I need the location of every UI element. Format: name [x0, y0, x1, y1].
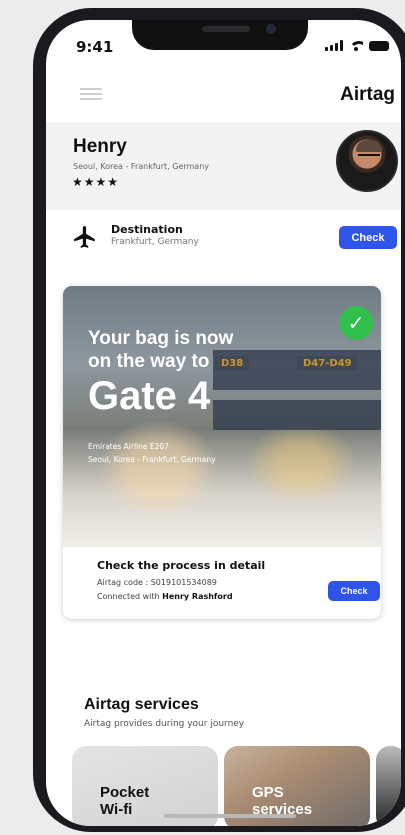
speaker: [202, 26, 250, 32]
battery-icon: [369, 40, 389, 51]
flight-route: Seoul, Korea - Frankfurt, Germany: [88, 455, 216, 464]
flight-info: Emirates Airline E207 Seoul, Korea - Fra…: [88, 440, 216, 466]
notch: [132, 20, 308, 50]
services-subtitle: Airtag provides during your journey: [84, 719, 245, 729]
user-name: Henry: [73, 136, 127, 157]
gate-number: Gate 4: [88, 374, 211, 418]
bag-status-text: Your bag is now on the way to: [88, 327, 233, 373]
connected-name: Henry Rashford: [162, 592, 233, 601]
detail-title: Check the process in detail: [97, 559, 266, 572]
signal-icon: [325, 40, 343, 51]
service-label: GPS services: [252, 784, 313, 818]
airline: Emirates Airline E207: [88, 442, 169, 451]
plane-icon: [74, 226, 95, 248]
user-rating: ★★★★: [72, 175, 120, 189]
app-screen: 9:41 Airtag Henry Seoul, Korea - Frankfu…: [46, 20, 401, 826]
camera: [266, 24, 276, 34]
wifi-icon: [349, 40, 363, 51]
home-indicator[interactable]: [164, 814, 296, 818]
service-card-next[interactable]: [376, 746, 401, 826]
bag-status-line1: Your bag is now: [88, 328, 234, 349]
bag-status-card[interactable]: D38 D47-D49 Your bag is now on the way t…: [63, 286, 381, 619]
menu-icon[interactable]: [80, 88, 102, 103]
page-title: Airtag: [340, 84, 395, 105]
destination-label: Destination: [111, 223, 183, 236]
check-icon: ✓: [339, 306, 373, 340]
airtag-code: Airtag code : S019101534089: [97, 578, 217, 587]
status-icons: [325, 40, 389, 51]
connected-with: Connected with Henry Rashford: [97, 592, 233, 601]
detail-check-button[interactable]: Check: [328, 581, 380, 601]
departure-board: [213, 400, 381, 430]
destination-value: Frankfurt, Germany: [111, 237, 199, 247]
service-label: Pocket Wi-fi: [100, 784, 150, 818]
avatar[interactable]: [336, 130, 398, 192]
destination-row: Destination Frankfurt, Germany Check: [46, 220, 401, 260]
gate-sign: D47-D49: [297, 356, 358, 371]
status-time: 9:41: [76, 38, 114, 56]
user-route: Seoul, Korea - Frankfurt, Germany: [73, 162, 210, 171]
bag-status-line2: on the way to: [88, 351, 210, 372]
user-profile: Henry Seoul, Korea - Frankfurt, Germany …: [46, 122, 401, 210]
destination-check-button[interactable]: Check: [339, 226, 397, 249]
services-title: Airtag services: [84, 696, 199, 713]
